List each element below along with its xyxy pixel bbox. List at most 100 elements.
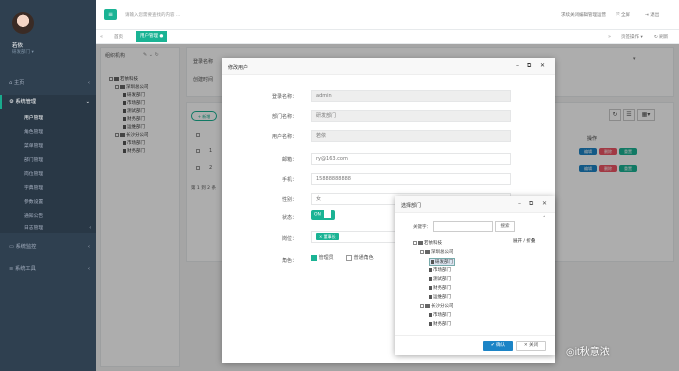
chevron-left-icon: ‹ bbox=[87, 244, 90, 250]
close-label: 关闭 bbox=[529, 343, 539, 348]
search-button[interactable]: 搜索 bbox=[495, 221, 515, 232]
submenu-item-config[interactable]: 参数设置 bbox=[24, 198, 43, 205]
refresh-button[interactable]: ↻ 刷新 bbox=[654, 34, 668, 40]
submenu-item-log[interactable]: 日志管理 ‹ bbox=[24, 224, 91, 231]
top-link[interactable]: 求续关闭编辑管理运营 bbox=[561, 12, 606, 18]
maximize-icon[interactable]: ⧉ bbox=[529, 200, 533, 208]
nav-system[interactable]: ⚙ 系统管理 ⌄ bbox=[0, 95, 96, 109]
file-icon bbox=[429, 294, 432, 299]
submenu bbox=[0, 109, 96, 233]
submenu-item-menu[interactable]: 菜单管理 bbox=[24, 142, 43, 149]
submenu-item-role[interactable]: 角色管理 bbox=[24, 128, 43, 135]
bars-icon: ≡ bbox=[107, 11, 114, 18]
confirm-button[interactable]: ✔ 确认 bbox=[483, 341, 513, 351]
dept-tree-cs[interactable]: 长沙分公司 bbox=[420, 303, 454, 309]
dept-tree-node-label: 运维部门 bbox=[433, 295, 451, 300]
refresh-icon: ↻ bbox=[654, 35, 658, 40]
nav-monitor[interactable]: ▭ 系统监控 ‹ bbox=[0, 240, 96, 254]
dept-tree-node-selected[interactable]: 研发部门 bbox=[429, 258, 455, 266]
gear-icon: ⚙ bbox=[9, 99, 14, 105]
expand-collapse-link[interactable]: 展开 / 折叠 bbox=[513, 238, 535, 244]
close-circle-icon[interactable]: ● bbox=[159, 34, 163, 39]
dept-tree-node[interactable]: 测试部门 bbox=[429, 276, 451, 282]
dialog-header: 修改用户 – ⧉ ✕ bbox=[222, 58, 555, 75]
dept-tree-node[interactable]: 运维部门 bbox=[429, 294, 451, 300]
sex-label: 性别： bbox=[281, 197, 297, 203]
status-toggle-label: ON bbox=[314, 212, 321, 218]
avatar[interactable] bbox=[12, 12, 34, 34]
minimize-icon[interactable]: – bbox=[518, 200, 521, 207]
dept-tree-node[interactable]: 市场部门 bbox=[429, 312, 451, 318]
file-icon bbox=[429, 285, 432, 290]
check-icon: ✔ bbox=[490, 343, 495, 348]
submenu-item-dept[interactable]: 部门管理 bbox=[24, 156, 43, 163]
logout-button[interactable]: ⇥ 退出 bbox=[645, 12, 659, 18]
confirm-label: 确认 bbox=[496, 343, 506, 348]
submenu-item-dict[interactable]: 字典管理 bbox=[24, 184, 43, 191]
monitor-icon: ▭ bbox=[9, 244, 14, 250]
submenu-item-log-label: 日志管理 bbox=[24, 226, 44, 231]
minimize-icon[interactable]: – bbox=[516, 62, 519, 69]
close-button[interactable]: ✕ 关闭 bbox=[516, 341, 546, 351]
chevron-down-icon: ⌄ bbox=[85, 99, 90, 105]
dialog-title: 选择部门 bbox=[401, 203, 422, 209]
dept-tree-node[interactable]: 财务部门 bbox=[429, 285, 451, 291]
dept-tree-node[interactable]: 财务部门 bbox=[429, 321, 451, 327]
phone-label: 手机： bbox=[281, 177, 297, 183]
caret-icon: ▾ bbox=[31, 50, 34, 55]
dept-tree-node[interactable]: 市场部门 bbox=[429, 267, 451, 273]
tab-user[interactable]: 用户管理 ● bbox=[136, 31, 168, 42]
dept-tree-cs-label: 长沙分公司 bbox=[431, 304, 454, 309]
nav-home[interactable]: ⌂ 主页 ‹ bbox=[0, 76, 96, 90]
file-icon bbox=[429, 267, 432, 272]
user-name-field[interactable]: 若依 bbox=[311, 130, 511, 142]
dept-name-field[interactable]: 研发部门 bbox=[311, 110, 511, 122]
dept-name-label: 部门名称： bbox=[271, 114, 297, 120]
submenu-item-notice[interactable]: 通知公告 bbox=[24, 212, 43, 219]
close-icon[interactable]: ✕ bbox=[540, 62, 545, 69]
status-toggle[interactable]: ON bbox=[311, 210, 335, 220]
checkbox-icon bbox=[346, 254, 352, 261]
tab-ops-label: 页签操作 bbox=[621, 35, 639, 40]
refresh-label: 刷新 bbox=[659, 35, 669, 40]
login-name-field[interactable]: admin bbox=[311, 90, 511, 102]
email-field[interactable]: ry@163.com bbox=[311, 153, 511, 165]
role-common-checkbox[interactable]: 普通角色 bbox=[346, 254, 374, 261]
dept-tree-sz[interactable]: 深圳总公司 bbox=[420, 249, 454, 255]
submenu-item-post[interactable]: 岗位管理 bbox=[24, 170, 43, 177]
search-input[interactable]: 请输入您需要查找的内容 ... bbox=[125, 12, 180, 18]
role-common-label: 普通角色 bbox=[353, 255, 374, 261]
chevron-left-icon: ‹ bbox=[87, 266, 90, 272]
nav-monitor-label: 系统监控 bbox=[15, 244, 37, 250]
dialog-header: 选择部门 – ⧉ ✕ bbox=[395, 196, 555, 213]
folder-icon bbox=[425, 303, 430, 308]
user-dept[interactable]: 研发部门 ▾ bbox=[12, 49, 34, 55]
submenu-item-user[interactable]: 用户管理 bbox=[24, 114, 43, 121]
role-label: 角色： bbox=[281, 258, 297, 264]
tab-ops-dropdown[interactable]: 页签操作 ▾ bbox=[621, 34, 643, 40]
tab-scroll-left-button[interactable]: « bbox=[100, 34, 103, 40]
dept-tree-node-label: 市场部门 bbox=[433, 313, 451, 318]
maximize-icon[interactable]: ⧉ bbox=[527, 62, 531, 70]
status-label: 状态： bbox=[281, 215, 297, 221]
close-icon[interactable]: ✕ bbox=[542, 200, 547, 207]
role-admin-checkbox[interactable]: 管理员 bbox=[311, 254, 334, 261]
nav-tools[interactable]: ≡ 系统工具 ‹ bbox=[0, 262, 96, 276]
file-icon bbox=[429, 321, 432, 326]
tab-home[interactable]: 首页 bbox=[114, 34, 123, 40]
nav-home-label: 主页 bbox=[13, 80, 25, 86]
divider bbox=[395, 335, 555, 336]
user-name-label: 用户名称： bbox=[271, 134, 297, 140]
fullscreen-button[interactable]: ⤧ 全屏 bbox=[616, 12, 630, 18]
menu-toggle-button[interactable]: ≡ bbox=[104, 9, 117, 20]
dept-tree-root[interactable]: 若依科技 bbox=[413, 240, 442, 246]
login-name-label: 登录名称： bbox=[271, 94, 297, 100]
post-tag[interactable]: × 董事长 bbox=[316, 233, 339, 240]
select-dept-dialog: 选择部门 – ⧉ ✕ ˄ 关键字： 搜索 展开 / 折叠 若依科技 深圳总公司 … bbox=[395, 196, 555, 355]
phone-field[interactable]: 15888888888 bbox=[311, 173, 511, 185]
tab-scroll-right-button[interactable]: » bbox=[608, 34, 611, 40]
keyword-input[interactable] bbox=[433, 221, 493, 232]
tab-user-label: 用户管理 bbox=[140, 34, 158, 39]
scroll-up-icon[interactable]: ˄ bbox=[543, 216, 546, 222]
minus-icon bbox=[413, 240, 417, 245]
